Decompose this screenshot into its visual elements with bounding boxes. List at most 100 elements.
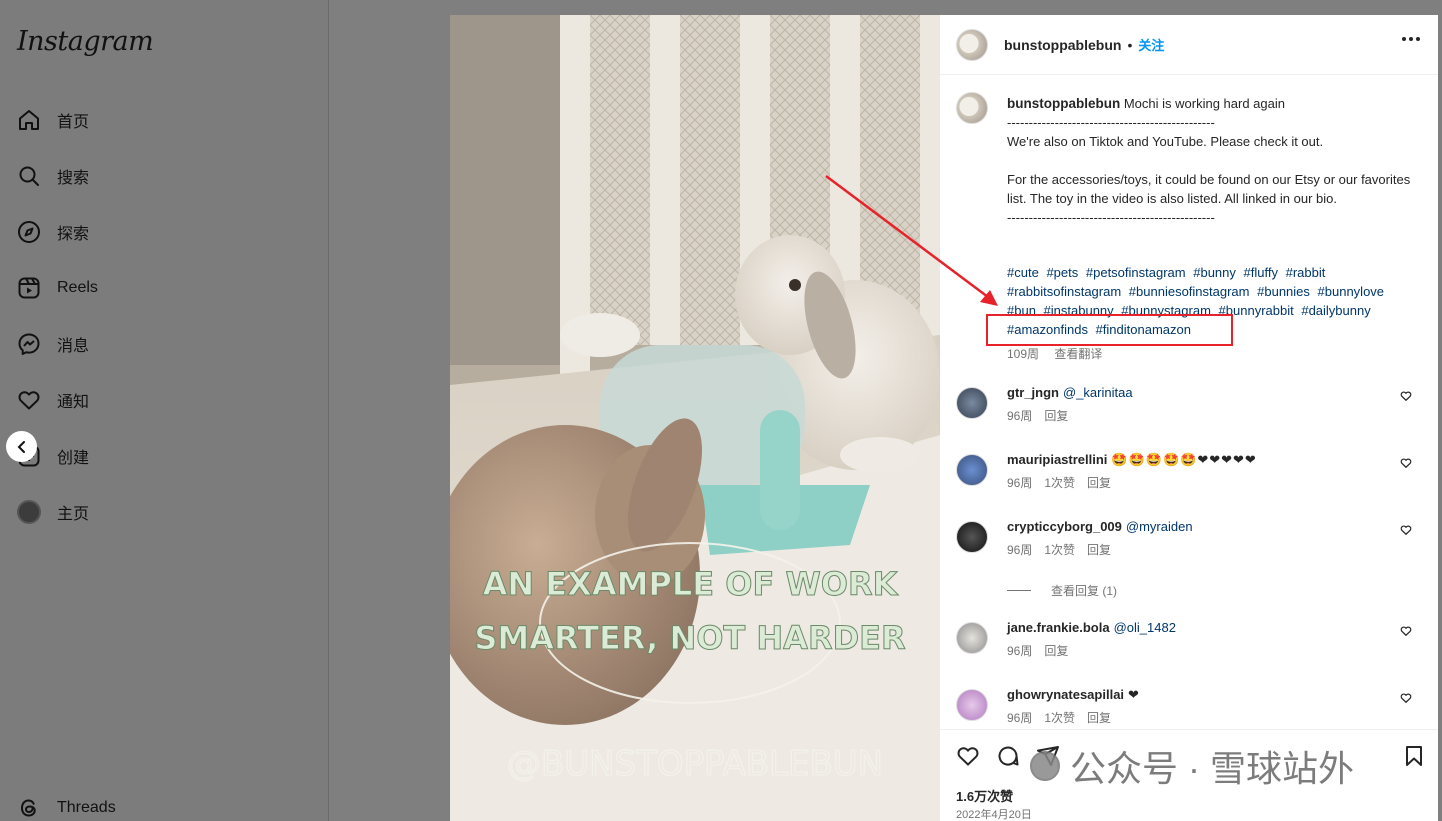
reply-button[interactable]: 回复	[1087, 711, 1111, 725]
comment-username[interactable]: mauripiastrellini	[1007, 452, 1107, 467]
nav-explore-label: 探索	[57, 226, 90, 243]
caption-avatar[interactable]	[956, 92, 988, 124]
overlay-text-line1: AN EXAMPLE OF WORK	[483, 565, 899, 603]
author-avatar[interactable]	[956, 28, 988, 61]
comment: mauripiastrellini 🤩🤩🤩🤩🤩❤❤❤❤❤ 96周 1次赞 回复	[956, 452, 1426, 502]
comment-username[interactable]: jane.frankie.bola	[1007, 620, 1110, 635]
comment-icon[interactable]	[996, 744, 1020, 768]
author-username[interactable]: bunstoppablebun	[1004, 37, 1121, 53]
back-button[interactable]	[6, 431, 37, 462]
save-bookmark-icon[interactable]	[1402, 744, 1426, 768]
profile-icon-wrap	[16, 499, 42, 525]
comment: gtr_jngn @_karinitaa 96周 回复	[956, 385, 1426, 435]
comment: crypticcyborg_009 @myraiden 96周 1次赞 回复	[956, 519, 1426, 569]
caption-body: Mochi is working hard again ------------…	[1007, 96, 1411, 225]
reply-button[interactable]: 回复	[1087, 476, 1111, 490]
more-dot-icon	[1409, 37, 1413, 41]
comment-age: 96周	[1007, 543, 1033, 557]
caption-text: bunstoppablebun Mochi is working hard ag…	[1007, 94, 1417, 227]
commenter-avatar[interactable]	[956, 454, 988, 486]
comment-username[interactable]: gtr_jngn	[1007, 385, 1059, 400]
post-header: bunstoppablebun • 关注	[940, 15, 1438, 75]
comment-username[interactable]: crypticcyborg_009	[1007, 519, 1122, 534]
view-replies-label: 查看回复 (1)	[1051, 584, 1118, 598]
likes-count[interactable]: 1.6万次赞	[956, 786, 1013, 805]
nav-home[interactable]: 首页	[16, 100, 306, 140]
caption-username[interactable]: bunstoppablebun	[1007, 96, 1120, 111]
nav-profile[interactable]: 主页	[16, 492, 306, 532]
wechat-watermark: 公众号 · 雪球站外	[1030, 740, 1354, 792]
overlay-text-line2: SMARTER, NOT HARDER	[474, 619, 905, 657]
hashtag[interactable]: #bunny	[1193, 265, 1236, 280]
reply-button[interactable]: 回复	[1044, 409, 1068, 423]
nav-search[interactable]: 搜索	[16, 156, 306, 196]
nav-messages[interactable]: 消息	[16, 324, 306, 364]
comment-age: 96周	[1007, 409, 1033, 423]
comment-age: 96周	[1007, 644, 1033, 658]
comment-likes[interactable]: 1次赞	[1044, 711, 1075, 725]
post-video[interactable]: AN EXAMPLE OF WORK SMARTER, NOT HARDER @…	[450, 15, 940, 821]
reply-button[interactable]: 回复	[1044, 644, 1068, 658]
wechat-icon	[1030, 751, 1060, 781]
hashtag[interactable]: #bunniesofinstagram	[1129, 284, 1250, 299]
messenger-icon	[16, 331, 42, 357]
more-dot-icon	[1402, 37, 1406, 41]
like-comment-icon[interactable]	[1400, 524, 1412, 536]
nav-home-label: 首页	[57, 114, 90, 131]
hashtag[interactable]: #cute	[1007, 265, 1039, 280]
like-comment-icon[interactable]	[1400, 457, 1412, 469]
like-icon[interactable]	[956, 744, 980, 768]
commenter-avatar[interactable]	[956, 689, 988, 721]
home-icon	[16, 107, 42, 133]
like-comment-icon[interactable]	[1400, 390, 1412, 402]
view-replies-button[interactable]: 查看回复 (1)	[1007, 582, 1117, 599]
commenter-avatar[interactable]	[956, 521, 988, 553]
header-separator: •	[1127, 36, 1133, 53]
nav-create[interactable]: 创建	[16, 436, 306, 476]
commenter-avatar[interactable]	[956, 622, 988, 654]
watermark-text: 公众号 · 雪球站外	[1070, 748, 1354, 789]
instagram-logo[interactable]: Instagram	[17, 26, 154, 57]
replies-divider	[1007, 590, 1031, 591]
hashtag[interactable]: #rabbit	[1286, 265, 1326, 280]
reels-icon	[16, 275, 42, 301]
like-comment-icon[interactable]	[1400, 692, 1412, 704]
comment-mention[interactable]: @_karinitaa	[1063, 385, 1133, 400]
like-comment-icon[interactable]	[1400, 625, 1412, 637]
comment-mention[interactable]: @myraiden	[1126, 519, 1193, 534]
comment-likes[interactable]: 1次赞	[1044, 476, 1075, 490]
translate-button[interactable]: 查看翻译	[1054, 347, 1102, 361]
hashtag[interactable]: #fluffy	[1244, 265, 1278, 280]
threads-icon	[16, 795, 42, 821]
caption-age: 109周	[1007, 347, 1040, 361]
nav-create-label: 创建	[57, 450, 90, 467]
nav-profile-label: 主页	[57, 506, 90, 523]
hashtag[interactable]: #bunnylove	[1318, 284, 1385, 299]
hashtag[interactable]: #bunnies	[1257, 284, 1310, 299]
nav-search-label: 搜索	[57, 170, 90, 187]
caption-meta: 109周 查看翻译	[1007, 345, 1114, 362]
reply-button[interactable]: 回复	[1087, 543, 1111, 557]
rabbit-video-frame: AN EXAMPLE OF WORK SMARTER, NOT HARDER @…	[450, 15, 940, 821]
more-dot-icon	[1416, 37, 1420, 41]
hashtag[interactable]: #rabbitsofinstagram	[1007, 284, 1121, 299]
follow-button[interactable]: 关注	[1138, 35, 1164, 54]
nav-reels-label: Reels	[57, 279, 98, 296]
nav-notifications[interactable]: 通知	[16, 380, 306, 420]
profile-avatar	[17, 500, 41, 524]
hashtag[interactable]: #dailybunny	[1301, 303, 1370, 318]
chevron-left-icon	[17, 440, 25, 453]
nav-explore[interactable]: 探索	[16, 212, 306, 252]
hashtag[interactable]: #pets	[1046, 265, 1078, 280]
comment-mention[interactable]: @oli_1482	[1114, 620, 1176, 635]
hashtag[interactable]: #petsofinstagram	[1086, 265, 1186, 280]
more-options-button[interactable]	[1402, 37, 1420, 41]
annotation-highlight-box	[986, 314, 1233, 346]
comment-username[interactable]: ghowrynatesapillai	[1007, 687, 1124, 702]
nav-threads[interactable]: Threads	[16, 788, 306, 821]
comment-likes[interactable]: 1次赞	[1044, 543, 1075, 557]
nav-threads-label: Threads	[57, 799, 116, 816]
search-icon	[16, 163, 42, 189]
nav-reels[interactable]: Reels	[16, 268, 306, 308]
commenter-avatar[interactable]	[956, 387, 988, 419]
